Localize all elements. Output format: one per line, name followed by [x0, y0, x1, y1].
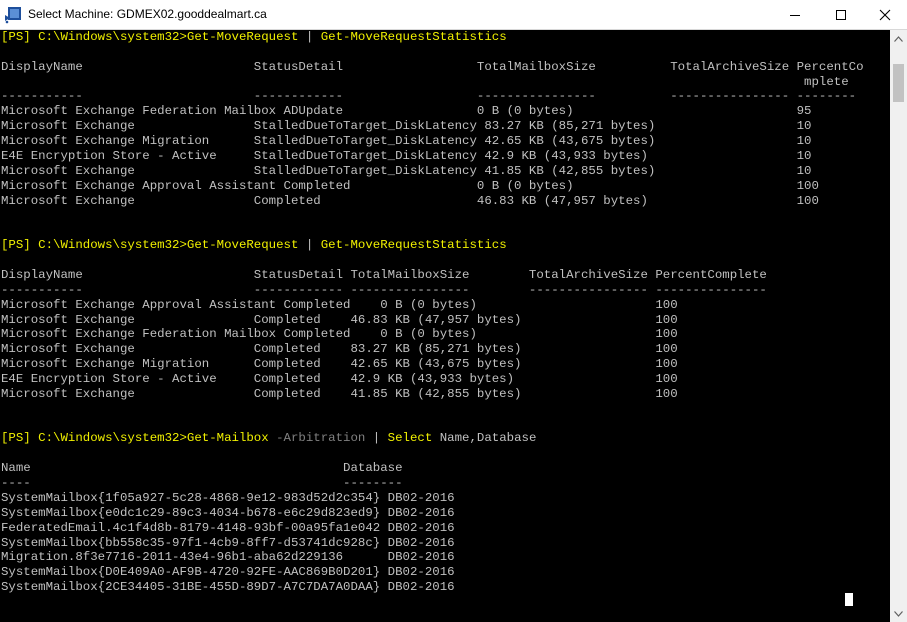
console-output[interactable]: [PS] C:\Windows\system32>Get-MoveRequest… [0, 30, 890, 622]
close-button[interactable] [862, 0, 907, 29]
console-output-text: Name,Database [432, 431, 537, 446]
console-output-text: Microsoft Exchange StalledDueToTarget_Di… [1, 119, 812, 134]
console-command-text: Get-MoveRequest [186, 30, 299, 44]
scrollbar-thumb[interactable] [893, 64, 904, 102]
vertical-scrollbar[interactable] [890, 30, 907, 622]
console-parameter-text: -Arbitration [268, 431, 366, 446]
console-line: Microsoft Exchange Migration Completed 4… [1, 357, 678, 372]
console-line: Microsoft Exchange StalledDueToTarget_Di… [1, 164, 811, 179]
console-command-text: [PS] C:\Windows\system32> [1, 431, 187, 446]
console-output-text: E4E Encryption Store - Active StalledDue… [1, 148, 812, 163]
console-line: [PS] C:\Windows\system32>Get-MoveRequest… [1, 238, 507, 253]
console-output-text: SystemMailbox{bb558c35-97f1-4cb9-8ff7-d5… [1, 535, 455, 550]
console-command-text: Get-MoveRequestStatistics [320, 238, 507, 253]
console-output-text: E4E Encryption Store - Active Completed … [1, 372, 678, 386]
console-line: Microsoft Exchange Migration StalledDueT… [1, 134, 811, 149]
console-line: SystemMailbox{bb558c35-97f1-4cb9-8ff7-d5… [1, 536, 455, 551]
minimize-icon [789, 14, 800, 16]
console-output-text: ----------- ------------ ---------------… [1, 89, 857, 104]
console-line: Microsoft Exchange Federation Mailbox Co… [1, 327, 678, 342]
console-line: ----------- ------------ ---------------… [1, 283, 767, 298]
console-line: [PS] C:\Windows\system32>Get-MoveRequest… [1, 30, 507, 45]
powershell-app-icon [4, 6, 22, 24]
console-output-text: ---- -------- [1, 476, 403, 491]
console-output-text: Microsoft Exchange Federation Mailbox Co… [1, 327, 678, 342]
console-output-text: SystemMailbox{D0E409A0-AF9B-4720-92FE-AA… [1, 565, 455, 580]
console-output-text: Microsoft Exchange Completed 46.83 KB (4… [1, 193, 819, 208]
console-output-text: Microsoft Exchange Approval Assistant Co… [1, 178, 819, 193]
console-line: SystemMailbox{D0E409A0-AF9B-4720-92FE-AA… [1, 565, 455, 580]
console-line: SystemMailbox{2CE34405-31BE-455D-89D7-A7… [1, 580, 455, 595]
console-line: Microsoft Exchange Approval Assistant Co… [1, 298, 678, 313]
console-output-text: SystemMailbox{1f05a927-5c28-4868-9e12-98… [1, 490, 455, 505]
scroll-down-arrow-icon[interactable] [890, 605, 907, 622]
console-line: Microsoft Exchange Completed 41.85 KB (4… [1, 387, 678, 402]
console-line: E4E Encryption Store - Active StalledDue… [1, 149, 811, 164]
close-icon [879, 9, 890, 20]
console-line: Microsoft Exchange Federation Mailbox AD… [1, 104, 811, 119]
console-output-text: ----------- ------------ ---------------… [1, 282, 767, 297]
console-output-text: Microsoft Exchange Migration StalledDueT… [1, 134, 812, 149]
maximize-icon [835, 9, 846, 20]
console-line: FederatedEmail.4c1f4d8b-8179-4148-93bf-0… [1, 521, 455, 536]
console-command-text: Get-Mailbox [186, 431, 269, 446]
console-output-text: Microsoft Exchange Federation Mailbox AD… [1, 104, 812, 119]
console-line: ---- -------- [1, 476, 403, 491]
window-title: Select Machine: GDMEX02.gooddealmart.ca [28, 7, 267, 21]
console-line: Microsoft Exchange Completed 83.27 KB (8… [1, 342, 678, 357]
console-output-text: SystemMailbox{e0dc1c29-89c3-4034-b678-e6… [1, 505, 455, 520]
console-line: Microsoft Exchange Completed 46.83 KB (4… [1, 313, 678, 328]
console-line: mplete [1, 75, 849, 90]
console-line: Microsoft Exchange Approval Assistant Co… [1, 179, 819, 194]
console-output-text: Microsoft Exchange Approval Assistant Co… [1, 297, 678, 312]
title-bar[interactable]: Select Machine: GDMEX02.gooddealmart.ca [0, 0, 907, 30]
console-command-text: [PS] C:\Windows\system32> [1, 238, 187, 253]
console-output-text: | [298, 238, 321, 253]
console-output-text: Name Database [1, 461, 403, 476]
console-line: Migration.8f3e7716-2011-43e4-96b1-aba62d… [1, 550, 455, 565]
console-command-text: Get-MoveRequestStatistics [320, 30, 507, 44]
console-line: SystemMailbox{e0dc1c29-89c3-4034-b678-e6… [1, 506, 455, 521]
console-line: Name Database [1, 461, 403, 476]
console-output-text: Microsoft Exchange Completed 46.83 KB (4… [1, 312, 678, 327]
console-command-text: Get-MoveRequest [186, 238, 299, 253]
console-output-text: FederatedEmail.4c1f4d8b-8179-4148-93bf-0… [1, 520, 455, 535]
console-output-text: Migration.8f3e7716-2011-43e4-96b1-aba62d… [1, 550, 455, 565]
console-line: DisplayName StatusDetail TotalMailboxSiz… [1, 268, 767, 283]
console-line: [PS] C:\Windows\system32>Get-Mailbox -Ar… [1, 431, 536, 446]
console-line: SystemMailbox{1f05a927-5c28-4868-9e12-98… [1, 491, 455, 506]
console-output-text: DisplayName StatusDetail TotalMailboxSiz… [1, 267, 767, 282]
maximize-button[interactable] [818, 0, 863, 29]
console-line: Microsoft Exchange Completed 46.83 KB (4… [1, 194, 819, 209]
scroll-up-arrow-icon[interactable] [890, 30, 907, 47]
console-output-text: | [365, 431, 388, 446]
console-line: DisplayName StatusDetail TotalMailboxSiz… [1, 60, 864, 75]
console-output-text: DisplayName StatusDetail TotalMailboxSiz… [1, 59, 864, 74]
minimize-button[interactable] [772, 0, 817, 29]
console-output-text: SystemMailbox{2CE34405-31BE-455D-89D7-A7… [1, 580, 455, 595]
text-cursor [845, 593, 853, 606]
console-output-text: Microsoft Exchange StalledDueToTarget_Di… [1, 163, 812, 178]
console-output-text: mplete [1, 74, 849, 89]
console-output-text: Microsoft Exchange Completed 41.85 KB (4… [1, 386, 678, 401]
console-command-text: [PS] C:\Windows\system32> [1, 30, 187, 44]
console-line: Microsoft Exchange StalledDueToTarget_Di… [1, 119, 811, 134]
console-line: ----------- ------------ ---------------… [1, 89, 856, 104]
console-command-text: Select [387, 431, 433, 446]
console-output-text: | [298, 30, 321, 44]
console-output-text: Microsoft Exchange Migration Completed 4… [1, 357, 678, 372]
console-output-text: Microsoft Exchange Completed 83.27 KB (8… [1, 342, 678, 357]
console-line: E4E Encryption Store - Active Completed … [1, 372, 678, 387]
